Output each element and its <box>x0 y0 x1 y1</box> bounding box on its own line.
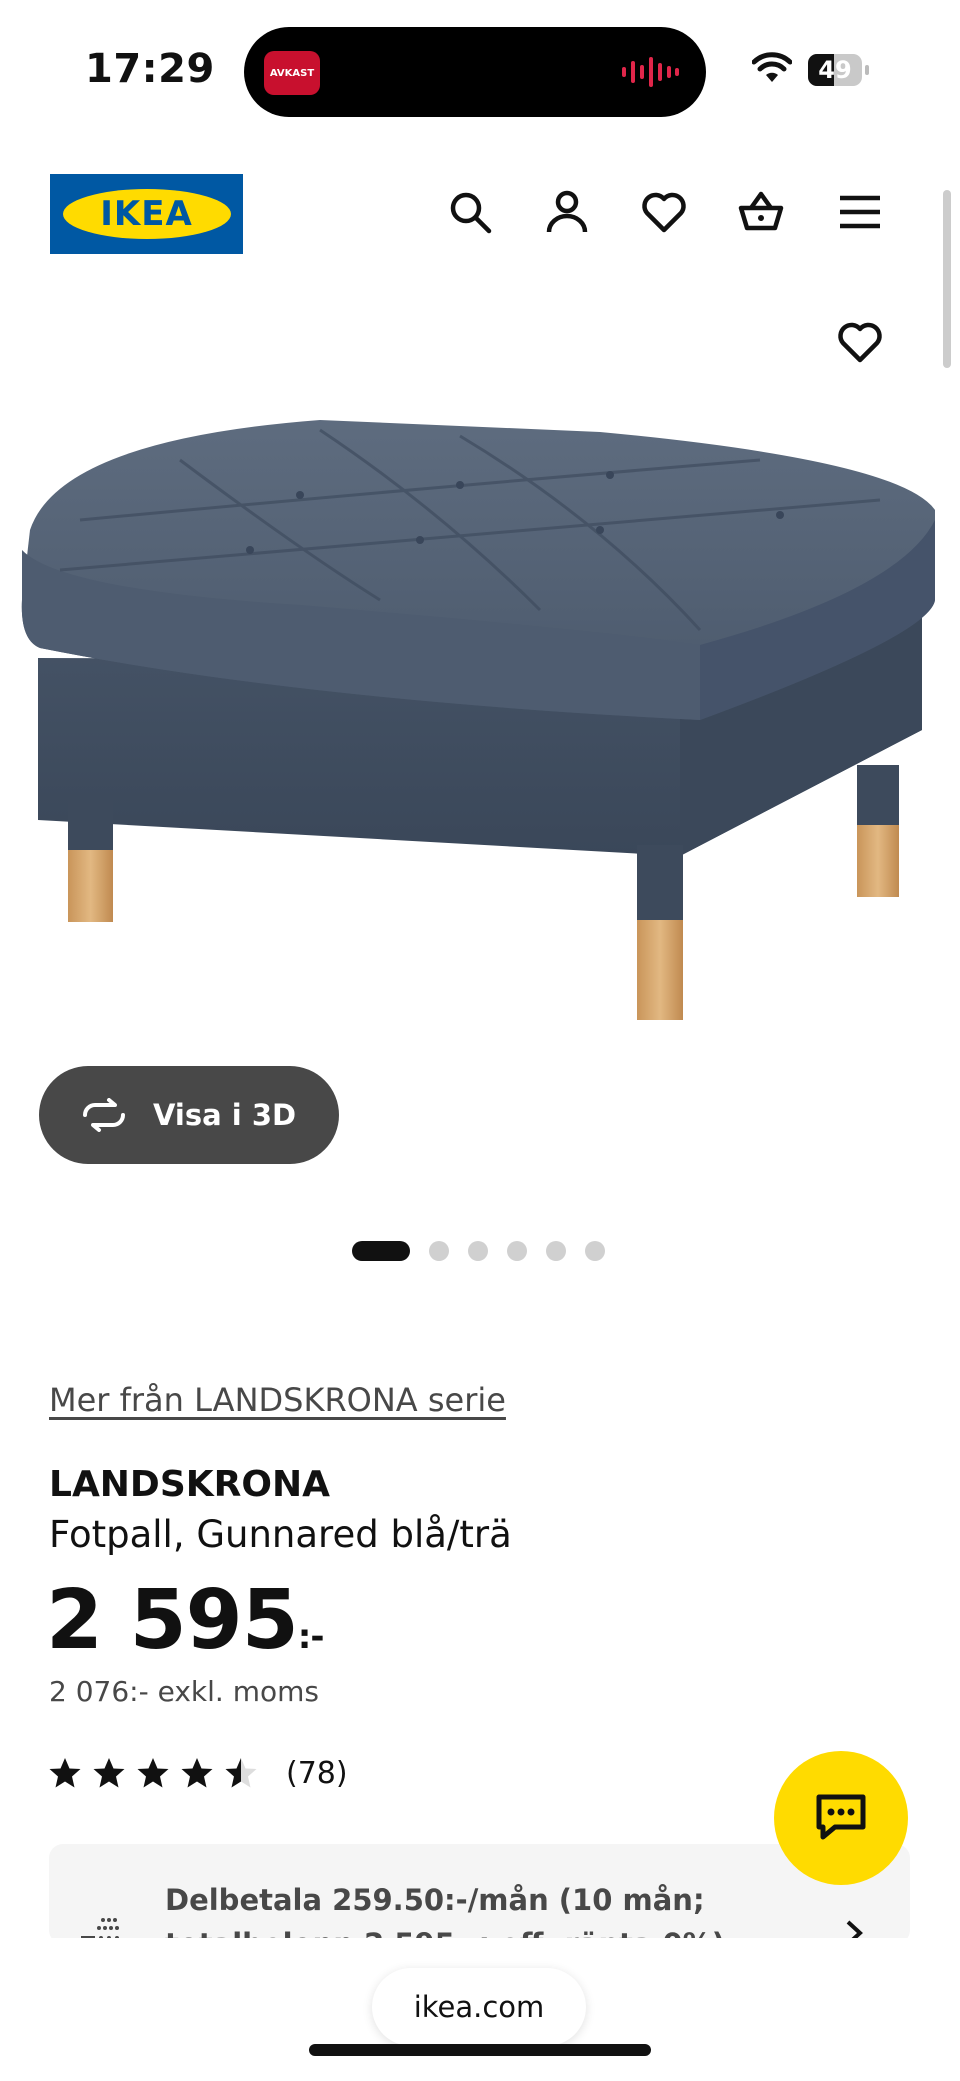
account-icon[interactable] <box>543 188 591 236</box>
rotate-3d-icon <box>83 1098 125 1132</box>
audio-wave-icon <box>622 57 679 87</box>
gallery-pagination[interactable] <box>352 1240 624 1262</box>
gallery-dot[interactable] <box>507 1241 527 1261</box>
home-indicator[interactable] <box>309 2044 651 2056</box>
star-full-icon <box>137 1758 169 1788</box>
gallery-dot-active[interactable] <box>352 1241 410 1261</box>
view-3d-label: Visa i 3D <box>153 1098 297 1132</box>
chat-icon <box>816 1794 866 1840</box>
price-value: 2 595 <box>46 1573 299 1668</box>
menu-icon[interactable] <box>836 188 884 236</box>
product-price: 2 595:- <box>46 1573 324 1668</box>
status-time: 17:29 <box>85 46 215 92</box>
cart-icon[interactable] <box>737 188 785 236</box>
series-link[interactable]: Mer från LANDSKRONA serie <box>49 1381 506 1419</box>
star-full-icon <box>93 1758 125 1788</box>
product-description: Fotpall, Gunnared blå/trä <box>49 1513 512 1556</box>
chat-button[interactable] <box>774 1751 908 1885</box>
star-full-icon <box>181 1758 213 1788</box>
gallery-dot[interactable] <box>546 1241 566 1261</box>
search-icon[interactable] <box>446 188 494 236</box>
dynamic-island[interactable]: AVKAST <box>244 27 706 117</box>
price-excl-vat: 2 076:- exkl. moms <box>49 1675 319 1708</box>
gallery-dot[interactable] <box>429 1241 449 1261</box>
product-rating[interactable]: (78) <box>48 1753 348 1793</box>
price-suffix: :- <box>297 1617 325 1657</box>
battery-indicator: 49 <box>808 54 869 86</box>
save-favourite-icon[interactable] <box>836 318 884 366</box>
page-scrollbar[interactable] <box>943 190 951 368</box>
installment-line-1: Delbetala 259.50:-/mån (10 mån; <box>165 1883 705 1917</box>
installment-text: Delbetala 259.50:-/mån (10 mån; totalbel… <box>165 1878 805 1944</box>
installment-banner[interactable]: Delbetala 259.50:-/mån (10 mån; totalbel… <box>49 1844 910 1944</box>
star-full-icon <box>49 1758 81 1788</box>
view-3d-button[interactable]: Visa i 3D <box>39 1066 339 1164</box>
wifi-icon <box>752 52 792 82</box>
gallery-dot[interactable] <box>468 1241 488 1261</box>
logo-text: IKEA <box>100 194 193 234</box>
review-count: (78) <box>286 1755 348 1791</box>
star-half-icon <box>225 1758 257 1788</box>
battery-level: 49 <box>818 56 852 84</box>
product-image[interactable] <box>0 400 960 1060</box>
favourites-icon[interactable] <box>640 188 688 236</box>
gallery-dot[interactable] <box>585 1241 605 1261</box>
island-app-icon: AVKAST <box>264 51 320 95</box>
ikea-logo[interactable]: IKEA <box>50 174 243 254</box>
browser-url-bar[interactable]: ikea.com <box>372 1968 586 2046</box>
product-name: LANDSKRONA <box>49 1464 330 1505</box>
